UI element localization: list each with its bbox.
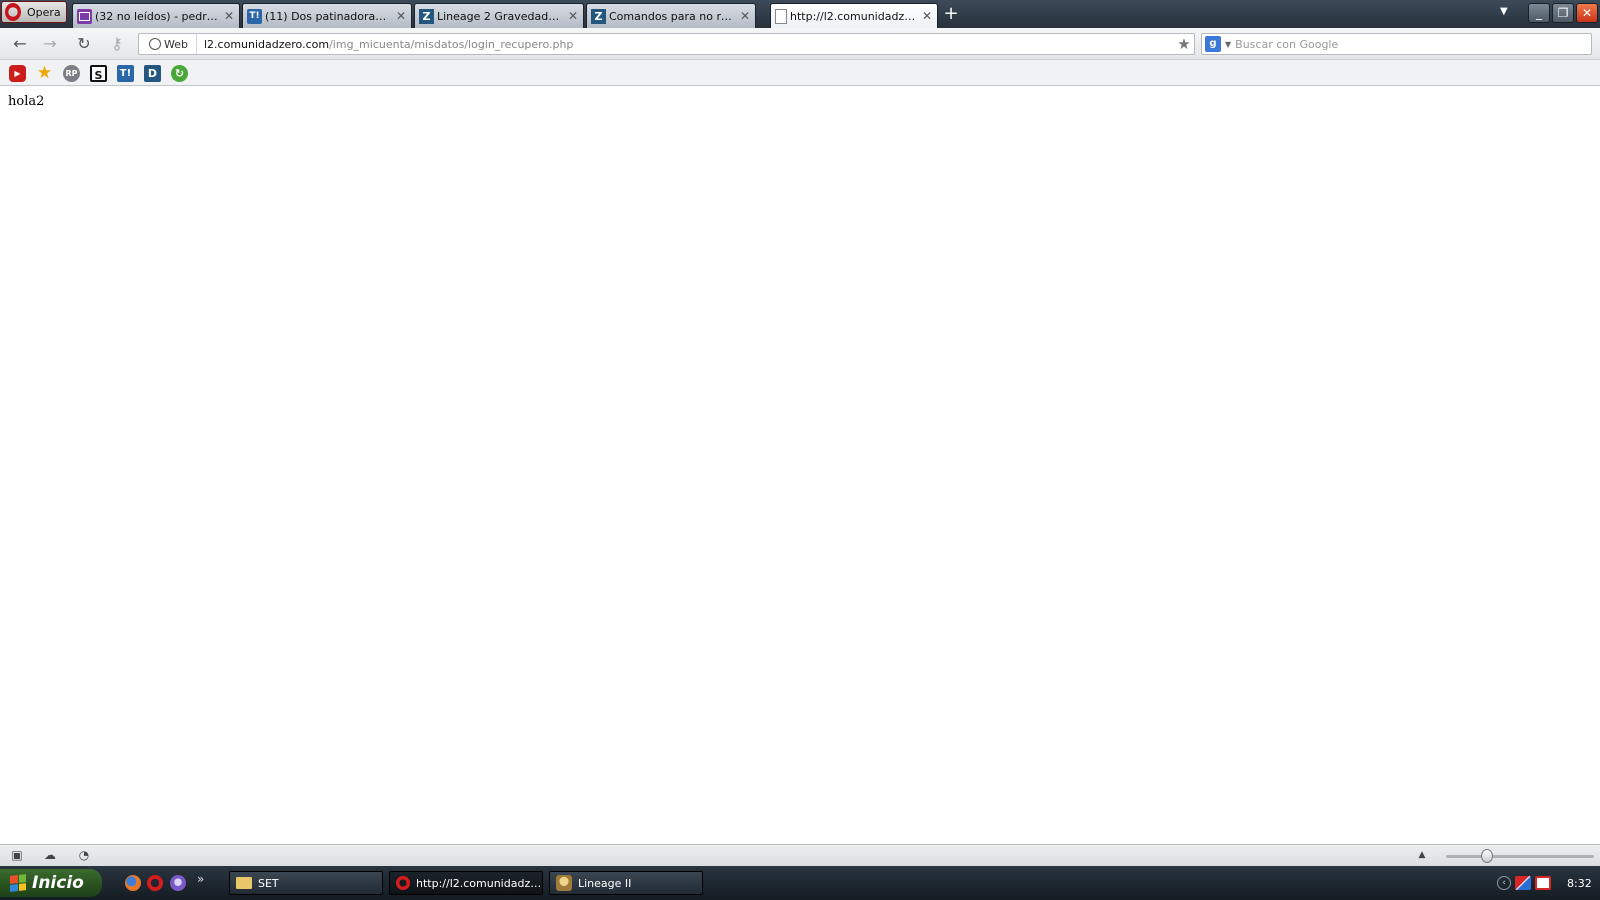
lineage-icon (556, 875, 572, 891)
view-options-arrow-icon[interactable]: ▲ (1414, 848, 1430, 862)
start-button[interactable]: Inicio (0, 869, 102, 897)
close-icon[interactable]: ✕ (739, 9, 751, 23)
system-tray: ‹ 8:32 (1497, 871, 1600, 895)
reload-icon[interactable]: ↻ (73, 34, 95, 54)
page-viewport: hola2 (0, 87, 1600, 844)
start-label: Inicio (32, 873, 84, 893)
tab-menu-dropdown-icon[interactable]: ▼ (1500, 6, 1508, 17)
tab-mail[interactable]: (32 no leídos) - pedronch… ✕ (72, 3, 240, 28)
mail-icon (77, 8, 92, 24)
page-icon (775, 8, 787, 24)
taskbar-item-label: http://l2.comunidadz… (416, 876, 542, 890)
restore-button[interactable]: ❐ (1552, 3, 1574, 23)
opera-logo-icon (5, 3, 21, 21)
window-close-button[interactable]: ✕ (1576, 3, 1598, 23)
close-icon[interactable]: ✕ (567, 9, 579, 23)
cloud-icon[interactable]: ☁ (42, 848, 58, 862)
zoom-slider[interactable] (1446, 855, 1594, 858)
zero-icon[interactable]: D (144, 65, 161, 82)
url-path: /img_micuenta/misdatos/login_recupero.ph… (329, 37, 574, 51)
navigation-bar: ← → ↻ ⚷ Web l2.comunidadzero.com/img_mic… (0, 28, 1600, 60)
url-host: l2.comunidadzero.com (203, 37, 330, 51)
url-text[interactable]: l2.comunidadzero.com/img_micuenta/misdat… (197, 38, 1174, 51)
taskbar-item-label: Lineage II (578, 876, 632, 890)
search-engine-dropdown-icon[interactable]: ▼ (1225, 40, 1231, 49)
zoom-slider-handle[interactable] (1481, 849, 1493, 863)
page-text: hola2 (8, 94, 45, 109)
tray-app-icon[interactable] (1515, 876, 1531, 890)
tab-taringa[interactable]: T! (11) Dos patinadoras pol… ✕ (242, 3, 412, 28)
close-icon[interactable]: ✕ (223, 9, 235, 23)
tab-title: Lineage 2 GravedadZero… (437, 9, 564, 23)
gray-circle-icon[interactable]: RP (63, 65, 80, 82)
clock[interactable]: 8:32 (1567, 877, 1592, 890)
taringa-icon[interactable]: T! (117, 65, 134, 82)
tab-title: (11) Dos patinadoras pol… (265, 9, 392, 23)
tab-comandos[interactable]: Z Comandos para no recibi… ✕ (586, 3, 756, 28)
address-field[interactable]: Web l2.comunidadzero.com/img_micuenta/mi… (138, 33, 1195, 55)
status-bar: ▣ ☁ ◔ ▲ (0, 844, 1600, 866)
site-info-badge[interactable]: Web (139, 34, 197, 54)
folder-icon (236, 877, 252, 889)
back-arrow-icon[interactable]: ← (9, 34, 31, 54)
bookmarks-bar: ▶ ★ RP S T! D ↻ (0, 60, 1600, 86)
eclipse-icon[interactable] (170, 875, 186, 891)
s-letter-icon[interactable]: S (90, 65, 107, 82)
taskbar-item-label: SET (258, 876, 279, 890)
firefox-icon[interactable] (125, 875, 141, 891)
star-icon[interactable]: ★ (36, 65, 53, 82)
opera-icon (396, 876, 410, 890)
panel-toggle-icon[interactable]: ▣ (9, 848, 25, 862)
green-refresh-icon[interactable]: ↻ (171, 65, 188, 82)
zero-icon: Z (591, 8, 606, 24)
zero-icon: Z (419, 8, 434, 24)
tab-lineage[interactable]: Z Lineage 2 GravedadZero… ✕ (414, 3, 584, 28)
tab-active-page[interactable]: http://l2.comunidadzero.… ✕ (770, 3, 938, 28)
taskbar-item-opera[interactable]: http://l2.comunidadz… (389, 871, 543, 895)
windows-taskbar: Inicio » SET http://l2.comunidadz… Linea… (0, 866, 1600, 900)
web-label: Web (164, 37, 188, 51)
tray-expand-icon[interactable]: ‹ (1497, 876, 1511, 890)
close-icon[interactable]: ✕ (395, 9, 407, 23)
quick-launch-more-icon[interactable]: » (197, 872, 204, 886)
globe-icon (149, 38, 161, 50)
search-input[interactable] (1235, 35, 1591, 53)
close-icon[interactable]: ✕ (921, 9, 933, 23)
opera-menu-button[interactable]: Opera (1, 1, 67, 23)
windows-logo-icon (10, 874, 26, 892)
forward-arrow-icon[interactable]: → (39, 34, 61, 54)
tab-title: http://l2.comunidadzero.… (790, 9, 918, 23)
tray-flag-icon[interactable] (1535, 876, 1551, 890)
taskbar-item-lineage[interactable]: Lineage II (549, 871, 703, 895)
youtube-icon[interactable]: ▶ (9, 65, 26, 82)
opera-menu-label: Opera (27, 5, 61, 19)
minimize-button[interactable]: _ (1528, 3, 1550, 23)
taringa-icon: T! (247, 8, 262, 24)
wand-key-icon[interactable]: ⚷ (104, 34, 130, 54)
speed-dial-icon[interactable]: ◔ (76, 848, 92, 862)
google-icon[interactable]: g (1205, 36, 1221, 52)
opera-icon[interactable] (147, 875, 163, 891)
bookmark-star-icon[interactable]: ★ (1174, 35, 1194, 53)
search-field[interactable]: g ▼ (1201, 33, 1592, 55)
new-tab-button[interactable]: + (941, 4, 961, 24)
tab-title: Comandos para no recibi… (609, 9, 736, 23)
taskbar-item-set[interactable]: SET (229, 871, 383, 895)
tab-bar: Opera (32 no leídos) - pedronch… ✕ T! (1… (0, 0, 1600, 28)
tab-title: (32 no leídos) - pedronch… (95, 9, 220, 23)
